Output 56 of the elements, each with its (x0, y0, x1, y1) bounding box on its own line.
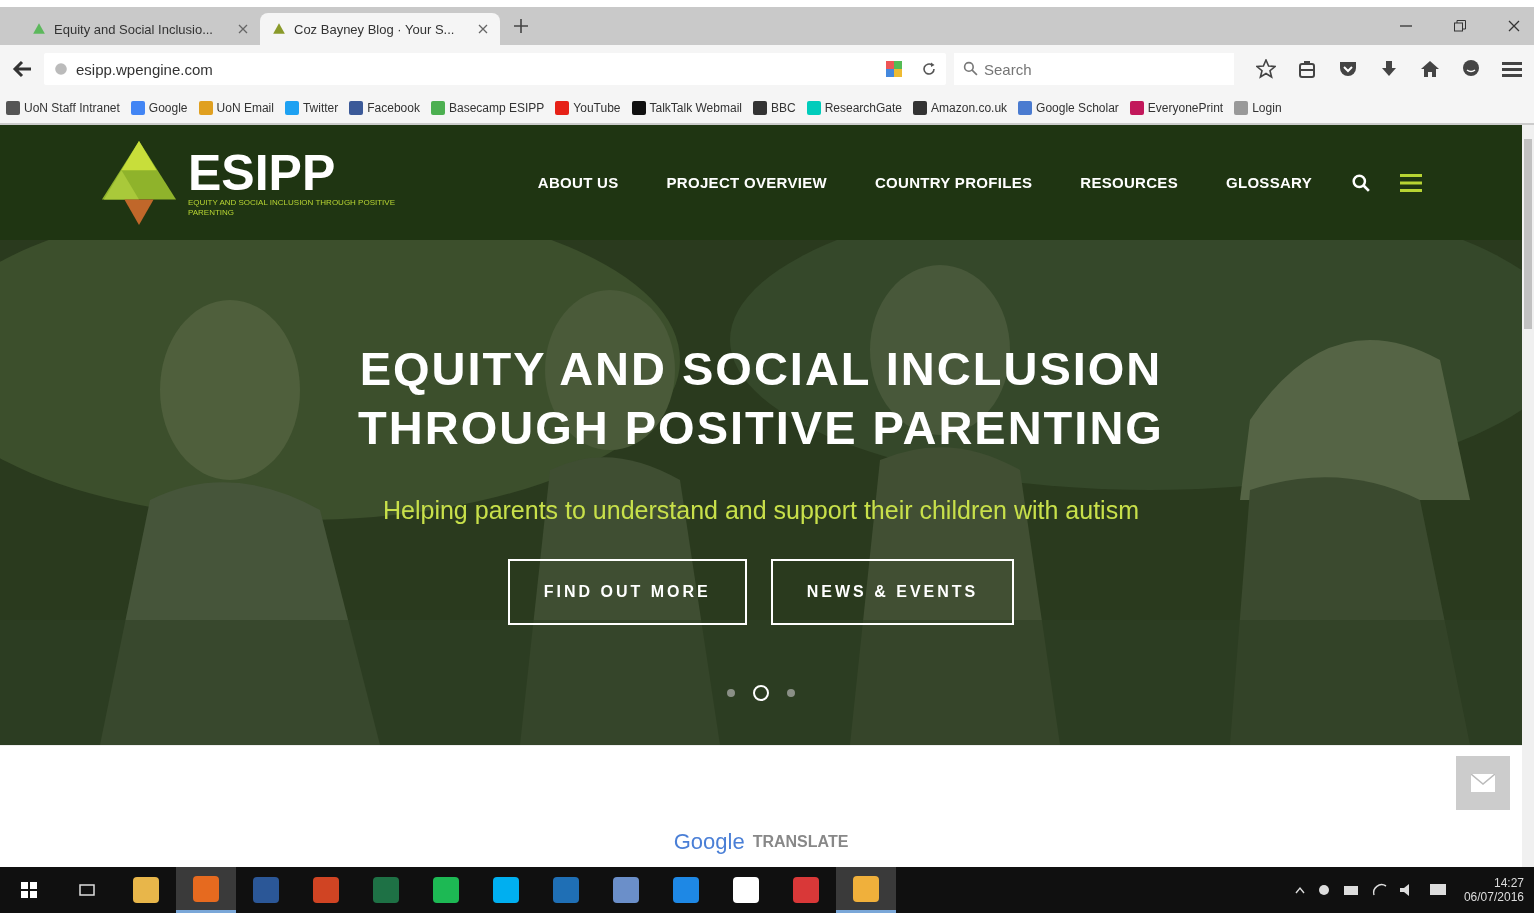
logo-tagline: EQUITY AND SOCIAL INCLUSION THROUGH POSITIVE PARENTING (188, 197, 396, 218)
bookmark-link[interactable]: EveryonePrint (1129, 101, 1224, 115)
outline-button[interactable]: FIND OUT MORE (507, 558, 747, 625)
nav-link[interactable]: PROJECT OVERVIEW (666, 174, 827, 191)
bookmark-link[interactable]: Basecamp ESIPP (430, 101, 545, 115)
hero-subtitle: Helping parents to understand and support their children with autism (383, 495, 1139, 525)
carousel-dot[interactable] (727, 688, 735, 697)
menu-icon[interactable] (1400, 173, 1422, 192)
browser-tab[interactable]: Coz Bayney Blog · Your S... (260, 13, 500, 45)
search-icon (963, 61, 978, 76)
clipboard-icon[interactable] (1297, 59, 1317, 79)
translate-label: TRANSLATE (752, 833, 849, 851)
clock-time: 14:27 (1493, 876, 1524, 890)
carousel-dot[interactable] (753, 684, 769, 701)
nav-link[interactable]: COUNTRY PROFILES (874, 174, 1033, 191)
star-icon[interactable] (1256, 59, 1276, 79)
reload-icon[interactable] (922, 62, 936, 76)
google-logo: Google (673, 829, 745, 855)
bookmark-link[interactable]: Login (1234, 101, 1282, 115)
scrollbar[interactable] (1522, 125, 1534, 867)
tiles-icon (886, 61, 902, 77)
nav-link[interactable]: RESOURCES (1080, 174, 1178, 191)
bookmark-link[interactable]: UoN Email (198, 101, 274, 115)
close-icon[interactable] (1508, 20, 1520, 32)
nav-link[interactable]: ABOUT US (537, 174, 619, 191)
bookmark-link[interactable]: BBC (753, 101, 796, 115)
address-field[interactable]: esipp.wpengine.com (44, 53, 946, 85)
bookmark-link[interactable]: TalkTalk Webmail (631, 101, 742, 115)
outline-button[interactable]: NEWS & EVENTS (770, 558, 1015, 625)
clock-date: 06/07/2016 (1463, 890, 1524, 904)
taskbar-app-icon[interactable] (836, 867, 896, 913)
envelope-icon (1471, 774, 1495, 792)
nav-link[interactable]: GLOSSARY (1225, 174, 1312, 191)
close-icon[interactable] (478, 24, 488, 34)
bookmark-link[interactable]: Amazon.co.uk (913, 101, 1008, 115)
pocket-icon[interactable] (1338, 59, 1358, 79)
browser-tab[interactable]: Equity and Social Inclusio... (20, 13, 260, 45)
bookmark-link[interactable]: Google (130, 101, 188, 115)
logo-name: ESIPP (188, 147, 336, 198)
bookmark-link[interactable]: Twitter (284, 101, 339, 115)
menu-icon[interactable] (1502, 59, 1522, 79)
new-tab-icon[interactable] (514, 19, 528, 33)
restore-icon[interactable] (1454, 20, 1466, 32)
bookmark-link[interactable]: Google Scholar (1018, 101, 1119, 115)
bookmark-link[interactable]: UoN Staff Intranet (6, 101, 120, 115)
home-icon[interactable] (1420, 59, 1440, 79)
taskbar-clock[interactable]: 14:27 06/07/2016 (1463, 876, 1524, 904)
carousel-dot[interactable] (787, 688, 795, 697)
back-icon[interactable] (12, 60, 32, 78)
close-icon[interactable] (238, 24, 248, 34)
bookmark-link[interactable]: ResearchGate (806, 101, 903, 115)
search-icon[interactable] (1352, 173, 1370, 192)
bookmark-link[interactable]: Facebook (349, 101, 420, 115)
search-field[interactable]: Search (954, 53, 1234, 85)
bookmark-link[interactable]: YouTube (555, 101, 621, 115)
hero-title: EQUITY AND SOCIAL INCLUSION THROUGH POSITIVE PARENTING (357, 341, 1165, 456)
